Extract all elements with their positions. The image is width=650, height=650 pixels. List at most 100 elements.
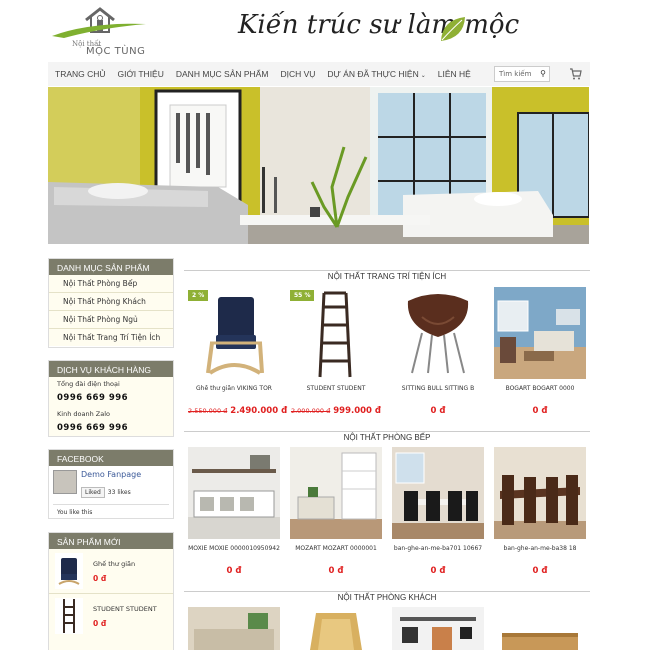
page: Nội thất MỘC TÙNG Kiến trúc sư làm mộc T… (0, 0, 650, 650)
product-price: 0 đ (430, 406, 446, 416)
product-price: 999.000 đ (333, 406, 382, 416)
category-item[interactable]: Nội Thất Phòng Bếp (49, 275, 173, 293)
section-divider (184, 591, 590, 592)
chevron-down-icon: ⌄ (420, 73, 426, 79)
product-card[interactable] (392, 607, 484, 650)
product-card[interactable]: ban-ghe-an-me-ba38 18 0 đ (494, 447, 586, 577)
category-list: Nội Thất Phòng Bếp Nội Thất Phòng Khách … (49, 275, 173, 346)
old-price: 2.550.000 đ (188, 407, 228, 415)
zalo-label: Kinh doanh Zalo (57, 410, 110, 418)
fanpage-name[interactable]: Demo Fanpage (81, 470, 141, 479)
product-card[interactable] (188, 607, 280, 650)
product-prices: 0 đ (392, 558, 484, 577)
new-products-list: Ghế thư giãn 0 đ STUDENT STUDENT 0 đ (49, 549, 173, 650)
category-item[interactable]: Nội Thất Phòng Khách (49, 293, 173, 311)
search-input[interactable]: Tìm kiếm ⚲ (494, 66, 550, 82)
product-image (188, 607, 280, 650)
nav-home[interactable]: TRANG CHỦ (48, 69, 112, 79)
product-price: 0 đ (532, 406, 548, 416)
service-body: Tổng đài điện thoại 0996 669 996 Kinh do… (49, 377, 173, 436)
section-title: NỘI THẤT TRANG TRÍ TIỆN ÍCH (184, 264, 590, 281)
product-name[interactable]: MOXIE MOXIE 0000010950942 (188, 545, 280, 552)
section-divider (184, 270, 590, 271)
product-name[interactable]: STUDENT STUDENT (290, 385, 382, 392)
facebook-page-plugin[interactable]: Demo Fanpage Liked 33 likes (49, 466, 173, 502)
discount-badge: 2 % (188, 290, 209, 301)
product-card[interactable]: 2 % Ghế thư giãn VIKING TOR 2.550.000 đ2… (188, 287, 287, 417)
product-name[interactable]: BOGART BOGART 0000 (494, 385, 586, 392)
nav-services[interactable]: DỊCH VỤ (274, 69, 321, 79)
product-price: 2.490.000 đ (230, 406, 288, 416)
product-thumbnail (55, 553, 83, 589)
new-products-title: SẢN PHẨM MỚI (49, 533, 173, 549)
phone-number[interactable]: 0996 669 996 (49, 391, 173, 407)
product-prices: 0 đ (494, 398, 586, 417)
like-button[interactable]: Liked (81, 487, 105, 498)
leaf-icon (441, 17, 465, 41)
facebook-box-title: FACEBOOK (49, 450, 173, 466)
site-logo[interactable]: Nội thất MỘC TÙNG (50, 4, 150, 58)
product-name[interactable]: ban-ghe-an-me-ba38 18 (494, 545, 586, 552)
category-item[interactable]: Nội Thất Trang Trí Tiện Ích (49, 329, 173, 346)
product-name: Ghế thư giãn (93, 559, 136, 568)
nav-products[interactable]: DANH MỤC SẢN PHẨM (170, 69, 275, 79)
product-prices: 0 đ (290, 558, 382, 577)
product-card[interactable]: BOGART BOGART 0000 0 đ (494, 287, 586, 417)
discount-badge: 55 % (290, 290, 315, 301)
product-name[interactable]: Ghế thư giãn VIKING TOR (188, 385, 280, 392)
new-product-item[interactable]: Ghế thư giãn 0 đ (49, 549, 173, 594)
product-price: 0 đ (93, 573, 107, 583)
service-box-title: DỊCH VỤ KHÁCH HÀNG (49, 361, 173, 377)
product-name[interactable]: MOZART MOZART 0000001 (290, 545, 382, 552)
product-card[interactable]: SITTING BULL SITTING B 0 đ (392, 287, 484, 417)
search-icon[interactable]: ⚲ (540, 69, 546, 78)
nav-contact[interactable]: LIÊN HỆ (432, 69, 477, 79)
product-prices: 0 đ (494, 558, 586, 577)
new-products-box: SẢN PHẨM MỚI Ghế thư giãn 0 đ STUDENT ST… (48, 532, 174, 650)
product-image (290, 447, 382, 539)
zalo-number[interactable]: 0996 669 996 (49, 421, 173, 437)
cart-icon[interactable] (570, 68, 582, 80)
product-name[interactable]: ban-ghe-an-me-ba701 10667 (392, 545, 484, 552)
category-item[interactable]: Nội Thất Phòng Ngủ (49, 311, 173, 329)
product-card[interactable] (290, 607, 382, 650)
new-product-item[interactable]: STUDENT STUDENT 0 đ (49, 594, 173, 638)
product-name[interactable]: SITTING BULL SITTING B (392, 385, 484, 392)
product-prices: 2.550.000 đ 2.490.000 đ (188, 398, 287, 417)
category-box: DANH MỤC SẢN PHẨM Nội Thất Phòng Bếp Nội… (48, 258, 174, 348)
you-like-text: You like this (53, 504, 169, 520)
phone-label: Tổng đài điện thoại (57, 380, 120, 388)
site-slogan: Kiến trúc sư làm mộc (238, 10, 520, 40)
product-image (494, 447, 586, 539)
logo-swoosh (52, 23, 146, 38)
product-card[interactable]: 55 % STUDENT STUDENT 2.000.000 đ 999.000 … (290, 287, 382, 417)
product-name: STUDENT STUDENT (93, 604, 157, 613)
fanpage-thumbnail (53, 470, 77, 494)
product-card[interactable]: MOZART MOZART 0000001 0 đ (290, 447, 382, 577)
product-price: 0 đ (328, 566, 344, 576)
hero-banner (48, 87, 589, 244)
product-card[interactable]: MOXIE MOXIE 0000010950942 0 đ (188, 447, 280, 577)
nav-about[interactable]: GIỚI THIỆU (112, 69, 170, 79)
product-card[interactable] (494, 607, 586, 650)
section-divider (184, 431, 590, 432)
section-title-text: NỘI THẤT PHÒNG BẾP (337, 433, 437, 442)
search-placeholder: Tìm kiếm (499, 70, 532, 78)
product-image (494, 607, 586, 650)
product-card[interactable]: ban-ghe-an-me-ba701 10667 0 đ (392, 447, 484, 577)
section-title: NỘI THẤT PHÒNG BẾP (184, 425, 590, 442)
section-title: NỘI THẤT PHÒNG KHÁCH (184, 585, 590, 602)
product-thumbnail (55, 598, 83, 634)
logo-name: MỘC TÙNG (86, 46, 146, 57)
header: Nội thất MỘC TÙNG Kiến trúc sư làm mộc (0, 0, 650, 62)
product-price: 0 đ (226, 566, 242, 576)
product-image (290, 607, 382, 650)
nav-projects-label: DỰ ÁN ĐÃ THỰC HIỆN (327, 69, 419, 79)
product-price: 0 đ (532, 566, 548, 576)
nav-projects[interactable]: DỰ ÁN ĐÃ THỰC HIỆN ⌄ (321, 69, 431, 79)
product-price: 0 đ (93, 618, 107, 628)
product-price: 0 đ (430, 566, 446, 576)
section-title-text: NỘI THẤT TRANG TRÍ TIỆN ÍCH (321, 272, 453, 281)
product-image (392, 607, 484, 650)
facebook-box: FACEBOOK Demo Fanpage Liked 33 likes You … (48, 449, 174, 519)
